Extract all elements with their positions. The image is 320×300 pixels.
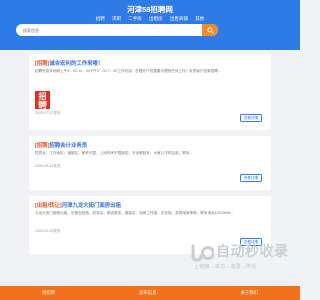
search-icon	[206, 26, 214, 34]
view-details-button[interactable]: 查看详情	[240, 114, 262, 122]
nav-item-secondhand-house[interactable]: 二手房	[128, 16, 142, 22]
listing-title: 招聘会计业务员	[49, 143, 88, 149]
site-title[interactable]: 河津58招聘网	[0, 4, 300, 15]
listing-title: 诚合宏利的工作来喽！	[49, 61, 104, 67]
search-input[interactable]	[16, 24, 200, 36]
footer-about-us[interactable]: 关于我们	[240, 290, 258, 296]
search-bar	[16, 24, 218, 36]
listing-title: 河津九龙大街门面房出租	[61, 203, 121, 209]
footer-bar: 找招聘 发布信息 关于我们	[0, 286, 300, 300]
watermark-logo-icon	[191, 244, 214, 262]
watermark-name: 自动秒收录	[216, 243, 289, 259]
watermark-slogan: 上链接→来访→收录→排名	[194, 264, 257, 270]
listing-description: 性质女，工作地区：诸城区，薪资元整，上班时间不限固定，不设薪制补，大家公平机会制…	[35, 151, 193, 155]
listing-date: 2025-05-24发布	[35, 164, 61, 168]
listing-thumbnail[interactable]: 招聘 诚聘	[35, 91, 50, 109]
main-nav: 招聘 求职 二手房 出租房 出售商铺 其他	[0, 16, 300, 22]
header: 河津58招聘网 招聘 求职 二手房 出租房 出售商铺 其他	[0, 0, 300, 50]
listing-date: 2025-03-25发布	[35, 229, 61, 233]
listing-tag: [出租/转让]	[35, 203, 62, 209]
footer-find-jobs[interactable]: 找招聘	[42, 290, 55, 296]
listing-title-link[interactable]: [招聘]诚合宏利的工作来喽！	[35, 59, 103, 67]
nav-item-shop-sale[interactable]: 出售商铺	[170, 16, 188, 22]
listing-title-link[interactable]: [出租/转让]河津九龙大街门面房出租	[35, 201, 121, 209]
nav-item-rental[interactable]: 出租房	[149, 16, 163, 22]
watermark: 自动秒收录 上链接→来访→收录→排名	[190, 240, 298, 282]
listing-tag: [招聘]	[35, 61, 50, 67]
footer-post-info[interactable]: 发布信息	[139, 290, 157, 296]
listing-description: 招聘信息本地网上午8：00-12：00下午2：00-7：00工作内容：在理疗户机…	[35, 69, 221, 73]
search-button[interactable]	[202, 24, 218, 36]
view-details-button[interactable]: 查看详情	[240, 174, 262, 182]
nav-item-other[interactable]: 其他	[195, 16, 204, 22]
listing-tag: [招聘]	[35, 143, 50, 149]
listing-card: [招聘]招聘会计业务员 性质女，工作地区：诸城区，薪资元整，上班时间不限固定，不…	[29, 136, 271, 190]
listing-card: [招聘]诚合宏利的工作来喽！ 招聘信息本地网上午8：00-12：00下午2：00…	[29, 54, 271, 130]
listing-description: 九龙大街门面房出租，可做包括馆、奶茶店、美容美发、服装店、电商工作室、文化馆、茶…	[35, 211, 234, 215]
thumbnail-subtext: 诚聘	[37, 101, 48, 107]
listing-date: 2025-07-07发布	[35, 111, 61, 115]
nav-item-jobs[interactable]: 招聘	[96, 16, 105, 22]
listing-title-link[interactable]: [招聘]招聘会计业务员	[35, 141, 87, 149]
nav-item-jobseeking[interactable]: 求职	[112, 16, 121, 22]
